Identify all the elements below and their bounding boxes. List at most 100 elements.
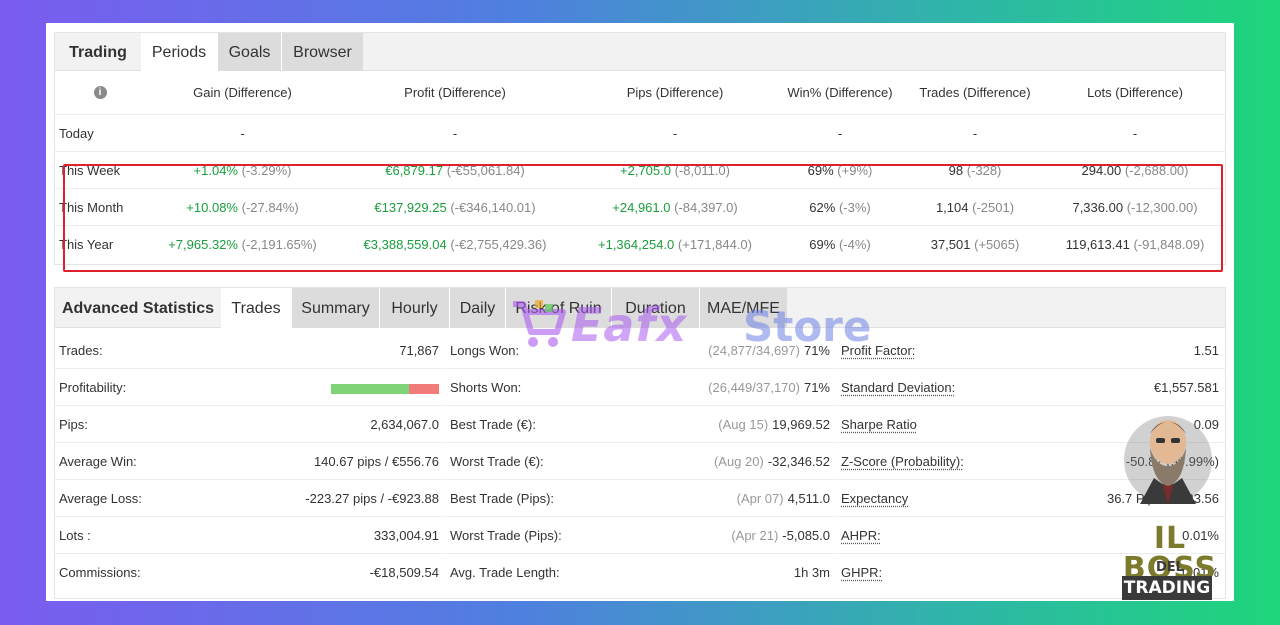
win-value: 69% <box>807 162 834 178</box>
trades-value: 37,501 <box>930 237 971 252</box>
stat-value: 71,867 <box>399 342 439 358</box>
stat-label: Best Trade (€): <box>450 416 536 432</box>
stat-row-best-trade-pips: Best Trade (Pips): (Apr 07) 4,511.0 <box>446 480 836 517</box>
tab-periods[interactable]: Periods <box>141 33 217 71</box>
pips-diff: (+171,844.0) <box>677 237 752 252</box>
stat-value: -€18,509.54 <box>369 565 439 580</box>
stat-value: 71% <box>803 342 830 358</box>
win-diff: (-3%) <box>838 199 871 215</box>
stat-label: Worst Trade (€): <box>450 453 544 469</box>
profit-value: €6,879.17 <box>385 162 444 178</box>
stat-label: Pips: <box>59 416 88 432</box>
tab-hourly[interactable]: Hourly <box>379 288 449 328</box>
tab-summary[interactable]: Summary <box>291 288 379 328</box>
stat-row-longs-won: Longs Won: (24,877/34,697) 71% <box>446 332 836 369</box>
period-label: This Month <box>59 199 124 215</box>
page-frame: Trading Periods Goals Browser i Gain (Di… <box>46 23 1234 601</box>
gain-value: +10.08% <box>186 199 238 215</box>
period-row-today: Today - - - - - - <box>55 115 1225 152</box>
tab-trading[interactable]: Trading <box>55 33 141 71</box>
trades-value: - <box>972 125 978 141</box>
profit-value: €137,929.25 <box>374 199 447 215</box>
win-diff: (-4%) <box>838 237 871 252</box>
stat-label: Worst Trade (Pips): <box>450 527 562 543</box>
trades-diff: (-328) <box>966 162 1002 178</box>
stat-label: Commissions: <box>59 565 141 580</box>
stat-label: Best Trade (Pips): <box>450 490 555 506</box>
profitability-bar <box>331 382 439 394</box>
stat-row-z-score: Z-Score (Probability): -50.82 (99.99%) <box>837 443 1225 480</box>
stat-label[interactable]: Expectancy <box>841 480 908 516</box>
stat-label: Lots : <box>59 527 91 543</box>
lots-value: 7,336.00 <box>1072 199 1124 215</box>
tab-advanced-statistics[interactable]: Advanced Statistics <box>55 288 221 328</box>
stat-label[interactable]: AHPR: <box>841 517 881 553</box>
stat-value: 1h 3m <box>793 565 830 580</box>
stat-detail: (Apr 07) <box>736 490 784 506</box>
lots-value: 119,613.41 <box>1065 237 1130 252</box>
pips-value: +2,705.0 <box>620 162 671 178</box>
stat-value: 71% <box>803 379 830 395</box>
gain-value: +7,965.32% <box>168 237 238 252</box>
stat-label[interactable]: Standard Deviation: <box>841 369 955 405</box>
stat-detail: (24,877/34,697) <box>708 342 800 358</box>
profit-value: €3,388,559.04 <box>363 237 447 252</box>
stat-detail: (Aug 15) <box>718 416 769 432</box>
tab-duration[interactable]: Duration <box>611 288 699 328</box>
stat-label[interactable]: GHPR: <box>841 554 882 591</box>
tab-goals[interactable]: Goals <box>217 33 281 71</box>
stat-row-trades: Trades: 71,867 <box>55 332 445 369</box>
stat-value: 36.7 Pips / €133.56 <box>1106 490 1219 506</box>
periods-tab-bar: Trading Periods Goals Browser <box>55 33 1225 71</box>
info-icon[interactable]: i <box>93 86 107 99</box>
stat-detail: (Apr 21) <box>731 527 779 543</box>
stat-label: Longs Won: <box>450 342 520 358</box>
gain-diff: (-27.84%) <box>241 199 299 215</box>
stat-label[interactable]: Profit Factor: <box>841 332 915 368</box>
stat-row-avg-trade-length: Avg. Trade Length: 1h 3m <box>446 554 836 591</box>
trades-value: 98 <box>948 162 964 178</box>
stat-row-profit-factor: Profit Factor: 1.51 <box>837 332 1225 369</box>
stat-row-worst-trade-eur: Worst Trade (€): (Aug 20) -32,346.52 <box>446 443 836 480</box>
pips-value: +1,364,254.0 <box>598 237 675 252</box>
stat-label: Shorts Won: <box>450 379 522 395</box>
lots-diff: (-12,300.00) <box>1126 199 1198 215</box>
stat-row-expectancy: Expectancy 36.7 Pips / €133.56 <box>837 480 1225 517</box>
lots-diff: (-2,688.00) <box>1124 162 1189 178</box>
profit-value: - <box>452 125 458 141</box>
periods-panel: Trading Periods Goals Browser i Gain (Di… <box>54 32 1226 272</box>
stat-row-shorts-won: Shorts Won: (26,449/37,170) 71% <box>446 369 836 406</box>
period-row-this-year: This Year +7,965.32% (-2,191.65%) €3,388… <box>55 226 1225 263</box>
stat-value: 0.01% <box>1182 565 1219 580</box>
tab-browser[interactable]: Browser <box>281 33 363 71</box>
win-value: 69% <box>809 237 836 252</box>
period-label: This Year <box>59 237 114 252</box>
stat-value: 2,634,067.0 <box>370 416 439 432</box>
stat-row-commissions: Commissions: -€18,509.54 <box>55 554 445 591</box>
tab-risk-of-ruin[interactable]: Risk of Ruin <box>505 288 611 328</box>
stat-label[interactable]: Z-Score (Probability): <box>841 443 964 479</box>
win-value: - <box>837 125 843 141</box>
tab-mae-mfe[interactable]: MAE/MFE <box>699 288 787 328</box>
header-lots: Lots (Difference) <box>1087 85 1183 100</box>
stat-value: -5,085.0 <box>782 527 830 543</box>
stat-row-profitability: Profitability: <box>55 369 445 406</box>
win-diff: (+9%) <box>837 162 873 178</box>
pips-diff: (-84,397.0) <box>674 199 738 215</box>
profitability-win-fill <box>331 384 409 394</box>
header-profit: Profit (Difference) <box>404 85 506 100</box>
stat-value: 4,511.0 <box>787 490 830 506</box>
stat-row-best-trade-eur: Best Trade (€): (Aug 15) 19,969.52 <box>446 406 836 443</box>
advanced-statistics-panel: Advanced Statistics Trades Summary Hourl… <box>54 287 1226 599</box>
stat-label: Avg. Trade Length: <box>450 565 560 580</box>
trades-diff: (+5065) <box>974 237 1020 252</box>
profit-diff: (-€2,755,429.36) <box>450 237 547 252</box>
gain-diff: (-3.29%) <box>241 162 292 178</box>
tab-trades[interactable]: Trades <box>221 288 291 328</box>
stat-label[interactable]: Sharpe Ratio <box>841 406 917 442</box>
tab-daily[interactable]: Daily <box>449 288 505 328</box>
header-win: Win% (Difference) <box>787 85 893 100</box>
stat-value: 333,004.91 <box>373 527 439 543</box>
header-trades: Trades (Difference) <box>919 85 1031 100</box>
stat-row-lots: Lots : 333,004.91 <box>55 517 445 554</box>
